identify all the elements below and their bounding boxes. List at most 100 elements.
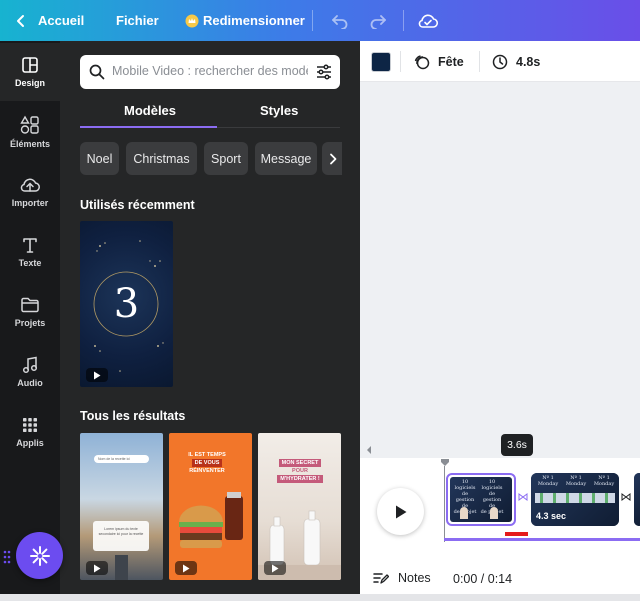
sparkle-icon (29, 545, 50, 566)
clip-text: Nº 1 Monday (590, 475, 618, 487)
chip-noel[interactable]: Noel (80, 142, 119, 175)
timeline-clip[interactable] (634, 473, 640, 526)
editor-footer: Notes 0:00 / 0:14 (360, 564, 640, 594)
layout-icon (22, 57, 38, 73)
play-icon (94, 371, 101, 379)
card-line: IL EST TEMPS (188, 452, 226, 458)
recent-template-thumbnail[interactable]: 3 (80, 221, 173, 387)
person-icon (460, 507, 468, 519)
search-icon (89, 64, 105, 80)
card-headline: IL EST TEMPS DE VOUS RÉINVENTER (177, 451, 237, 475)
result-card[interactable]: IL EST TEMPS DE VOUS RÉINVENTER (169, 433, 252, 580)
tab-models[interactable]: Modèles (124, 103, 176, 118)
cloud-upload-icon (20, 178, 40, 192)
timeline-clip-selected[interactable]: 10 logiciels de gestion de de projet 10 … (446, 473, 516, 526)
folder-icon (21, 297, 39, 313)
transition-icon (621, 493, 631, 501)
rail-item-label: Éléments (9, 139, 51, 149)
duration-label: 4.8s (516, 54, 541, 69)
clock-icon (492, 54, 508, 69)
shapes-icon (20, 115, 39, 134)
playhead-line (444, 466, 445, 542)
side-panel: Mobile Video : rechercher des modèles Mo… (60, 41, 360, 601)
results-section-title: Tous les résultats (80, 409, 186, 423)
notes-button[interactable]: Notes (373, 571, 431, 585)
rail-item-design[interactable]: Design (0, 43, 60, 101)
rail-item-elements[interactable]: Éléments (0, 103, 60, 161)
play-icon (94, 564, 101, 572)
tab-styles[interactable]: Styles (260, 103, 298, 118)
magic-button[interactable] (16, 532, 63, 579)
rail-item-label: Audio (17, 378, 43, 388)
calendar-strip (535, 493, 615, 503)
result-card[interactable]: Nom de la recette ici Lorem ipsum du tex… (80, 433, 163, 580)
top-bar: Accueil Fichier Redimensionner (0, 0, 640, 41)
timeline-track (444, 538, 640, 541)
scroll-left-icon[interactable] (365, 445, 373, 455)
chip-sport[interactable]: Sport (204, 142, 248, 175)
burger-icon (179, 492, 243, 548)
timeline-clip[interactable]: Nº 1 Monday Nº 1 Monday Nº 1 Monday 4.3 … (531, 473, 619, 526)
rail-item-text[interactable]: Texte (0, 223, 60, 281)
card-line: DE VOUS (191, 459, 223, 467)
transition-button[interactable] (516, 490, 530, 504)
chevron-left-icon (17, 14, 24, 27)
clip-line: Monday (593, 481, 615, 487)
duration-button[interactable]: 4.8s (492, 41, 540, 82)
card-line: POUR (292, 468, 308, 474)
play-badge (86, 561, 108, 575)
card-line: M'HYDRATER ! (277, 475, 323, 483)
divider (479, 51, 480, 72)
search-input[interactable]: Mobile Video : rechercher des modèles (112, 64, 308, 78)
rail-item-apps[interactable]: Applis (0, 403, 60, 461)
cloud-check-icon (418, 14, 439, 28)
undo-button[interactable] (331, 0, 349, 41)
divider (403, 10, 404, 31)
color-swatch[interactable] (371, 52, 391, 72)
chip-christmas[interactable]: Christmas (126, 142, 197, 175)
cloud-save-button[interactable] (417, 0, 439, 41)
rail-item-audio[interactable]: Audio (0, 343, 60, 401)
panel-tabs: Modèles Styles (80, 99, 340, 129)
canvas-area[interactable] (360, 82, 640, 442)
clip-line: Monday (537, 481, 559, 487)
filter-icon[interactable] (315, 63, 333, 81)
chevron-right-icon (330, 153, 337, 164)
apps-grid-icon (23, 418, 37, 432)
search-box[interactable]: Mobile Video : rechercher des modèles (80, 55, 340, 89)
chip-message[interactable]: Message (255, 142, 317, 175)
resize-button[interactable]: Redimensionner (185, 0, 305, 41)
back-button[interactable]: Accueil (14, 0, 84, 41)
play-button[interactable] (377, 488, 424, 535)
clip-text: Nº 1 Monday (562, 475, 590, 487)
timeline-scroll-strip: 3.6s (360, 434, 640, 458)
card-text-box: Lorem ipsum du texte secondaire ici pour… (93, 521, 149, 551)
transition-button[interactable] (619, 490, 633, 504)
time-tooltip: 3.6s (501, 434, 533, 456)
playhead-icon[interactable] (440, 458, 450, 468)
rail-item-import[interactable]: Importer (0, 163, 60, 221)
play-badge (86, 368, 108, 382)
play-icon (183, 564, 190, 572)
back-label: Accueil (38, 13, 85, 28)
card-line: RÉINVENTER (189, 468, 225, 474)
drag-handle-icon[interactable] (3, 550, 11, 569)
thumb-number: 3 (113, 281, 140, 327)
clip-text: Nº 1 Monday (534, 475, 562, 487)
transition-icon (518, 493, 528, 501)
result-card[interactable]: MON SECRET POUR M'HYDRATER ! (258, 433, 341, 580)
canvas-toolbar: Fête 4.8s (360, 41, 640, 82)
redo-icon (370, 14, 386, 29)
tab-underline (80, 126, 217, 128)
card-line: MON SECRET (278, 459, 322, 467)
animation-button[interactable]: Fête (414, 41, 464, 82)
notes-label: Notes (398, 571, 431, 585)
rail-item-projects[interactable]: Projets (0, 283, 60, 341)
clip-line: Monday (565, 481, 587, 487)
file-menu-button[interactable]: Fichier (116, 0, 159, 41)
redo-button[interactable] (369, 0, 387, 41)
rail-item-label: Texte (18, 258, 42, 268)
chips-next-button[interactable] (322, 142, 342, 175)
text-icon (23, 238, 37, 253)
rail-item-label: Design (14, 78, 45, 88)
